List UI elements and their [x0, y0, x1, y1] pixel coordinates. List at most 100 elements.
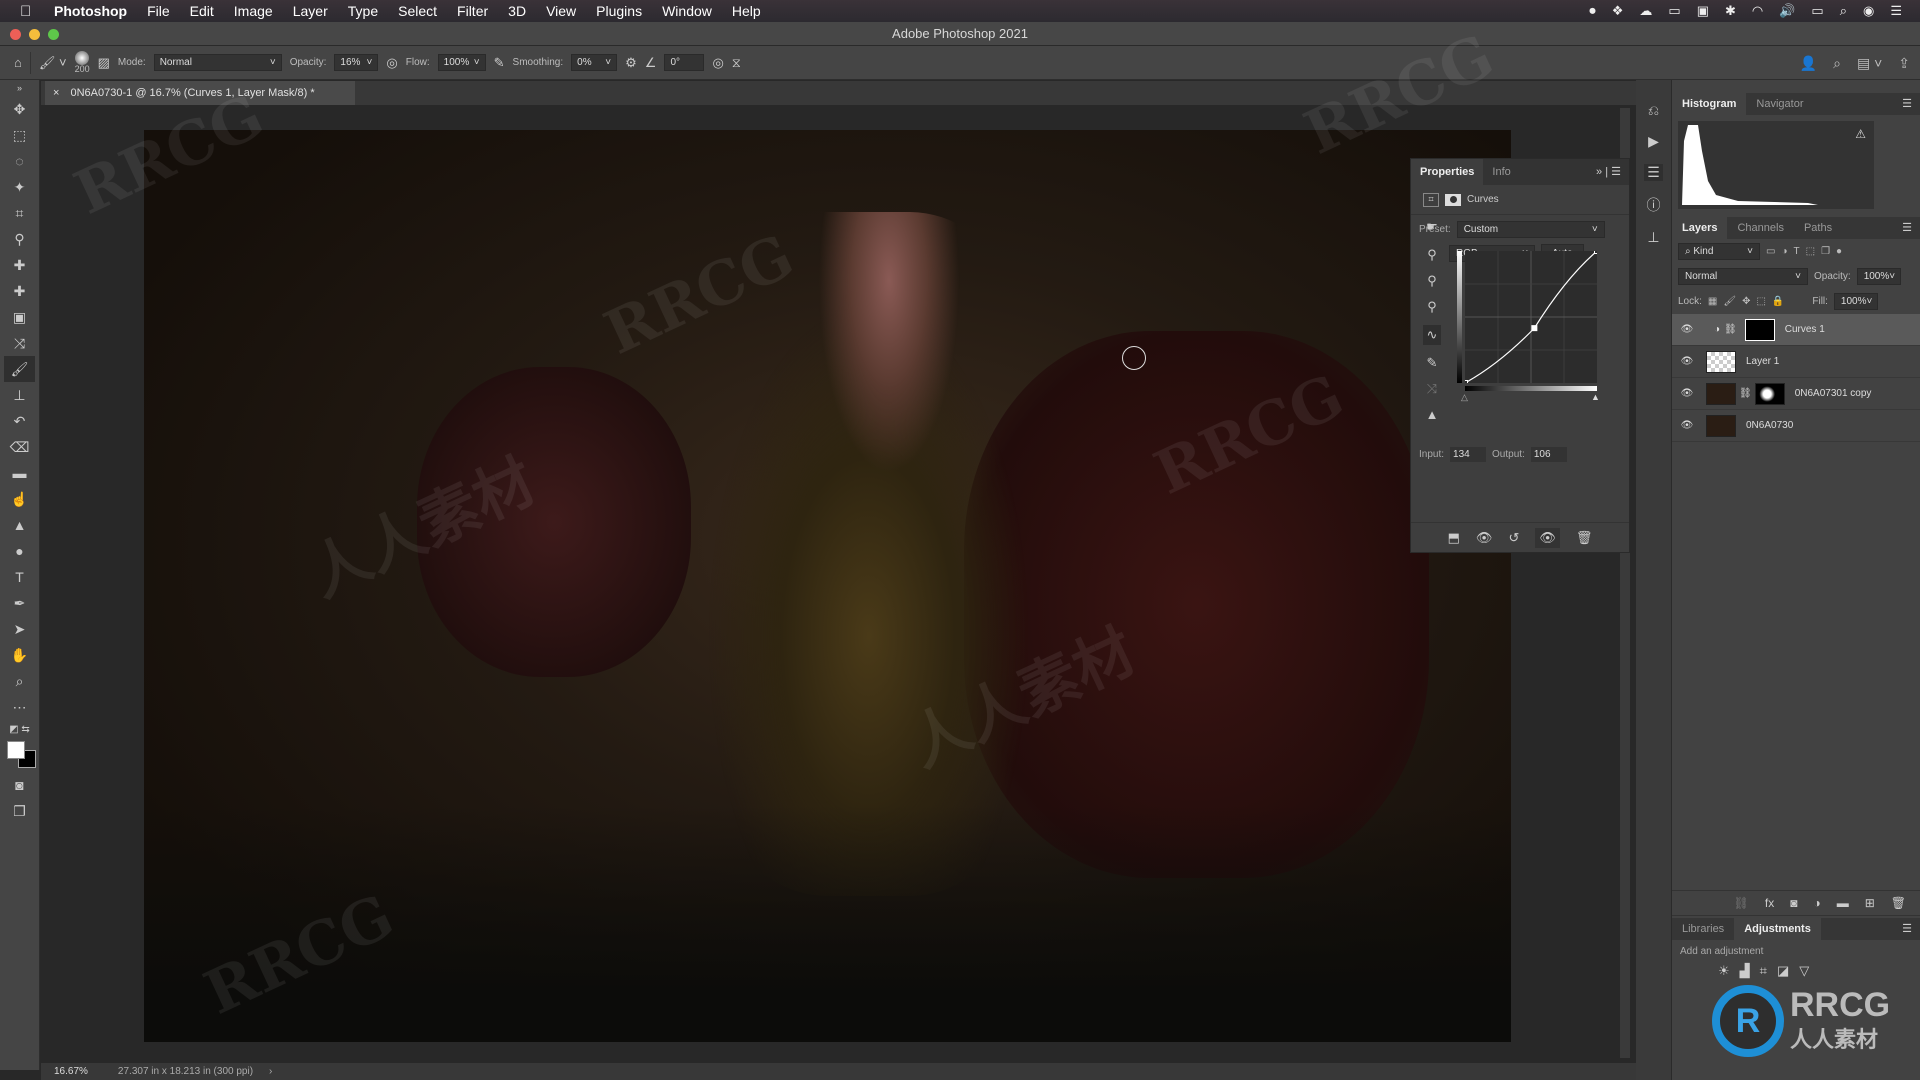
tab-navigator[interactable]: Navigator [1746, 93, 1813, 115]
smooth-curve-icon[interactable]: ⤨ [1427, 381, 1437, 397]
tab-libraries[interactable]: Libraries [1672, 918, 1734, 940]
layer-row[interactable]: 👁 ⛓ 0N6A07301 copy [1672, 378, 1920, 410]
panel-menu-icon[interactable]: » | ☰ [1596, 159, 1629, 185]
lock-artboard-icon[interactable]: ⬚ [1756, 296, 1765, 307]
brush-tool-icon[interactable]: 🖌 [4, 356, 35, 382]
new-adjustment-layer-icon[interactable]: ◑ [1813, 896, 1820, 910]
brush-preset-icon[interactable]: 🖌 ˅ [39, 55, 67, 71]
smudge-tool-icon[interactable]: ☝ [0, 486, 39, 512]
history-icon[interactable]: ⎌ [1648, 102, 1659, 119]
gray-point-eyedropper-icon[interactable]: ⚲ [1427, 273, 1437, 289]
pencil-draw-icon[interactable]: ✎ [1427, 355, 1438, 371]
curves-icon[interactable]: ⌗ [1760, 963, 1767, 979]
document-tab[interactable]: × 0N6A0730-1 @ 16.7% (Curves 1, Layer Ma… [45, 81, 355, 105]
battery-icon[interactable]: ▭ [1811, 3, 1823, 19]
gradient-tool-icon[interactable]: ▬ [0, 460, 39, 486]
layer-row[interactable]: 👁 0N6A0730 [1672, 410, 1920, 442]
filter-toggle-icon[interactable]: ● [1836, 246, 1842, 257]
filter-adjustment-icon[interactable]: ◑ [1781, 246, 1787, 257]
layer-row[interactable]: 👁 Layer 1 [1672, 346, 1920, 378]
eyedropper-tool-icon[interactable]: ⚲ [0, 226, 39, 252]
link-layers-icon[interactable]: ⛓ [1734, 896, 1749, 910]
info-icon[interactable]: ⓘ [1647, 195, 1661, 215]
filter-pixel-icon[interactable]: ▭ [1766, 246, 1775, 257]
curve-control-point[interactable] [1531, 325, 1538, 332]
share-user-icon[interactable]: 👤 [1800, 55, 1817, 72]
menu-image[interactable]: Image [234, 3, 273, 19]
apple-icon[interactable]:  [20, 3, 38, 20]
notification-center-icon[interactable]: ☰ [1890, 3, 1902, 19]
filter-type-icon[interactable]: T [1794, 246, 1800, 257]
dodge-tool-icon[interactable]: ● [0, 538, 39, 564]
hand-tool-icon[interactable]: ✋ [0, 642, 39, 668]
minimize-window-button[interactable] [29, 29, 40, 40]
marquee-tool-icon[interactable]: ⬚ [0, 122, 39, 148]
pen-tool-icon[interactable]: ✒ [0, 590, 39, 616]
dropbox-icon[interactable]: ❖ [1612, 3, 1624, 19]
lock-pixels-icon[interactable]: 🖌 [1723, 296, 1736, 307]
volume-icon[interactable]: 🔊 [1779, 3, 1795, 19]
magic-wand-tool-icon[interactable]: ✦ [0, 174, 39, 200]
reset-icon[interactable]: ↺ [1508, 530, 1519, 546]
sharpen-tool-icon[interactable]: ▲ [0, 512, 39, 538]
patch-tool-icon[interactable]: ▣ [0, 304, 39, 330]
crop-tool-icon[interactable]: ⌗ [0, 200, 39, 226]
filter-smart-object-icon[interactable]: ❐ [1821, 246, 1830, 257]
zoom-tool-icon[interactable]: ⌕ [0, 668, 39, 694]
move-tool-icon[interactable]: ✥ [0, 96, 39, 122]
output-value-field[interactable]: 106 [1530, 447, 1567, 462]
delete-adjustment-icon[interactable]: 🗑 [1576, 530, 1593, 546]
brush-angle-field[interactable]: 0° [664, 54, 705, 71]
screen-record-icon[interactable]: ⏺ [1589, 3, 1596, 19]
tab-info[interactable]: Info [1483, 159, 1519, 185]
curve-control-point[interactable] [1594, 251, 1598, 254]
preset-select[interactable]: Custom ˅ [1456, 221, 1605, 238]
layer-name[interactable]: Layer 1 [1746, 356, 1779, 367]
close-window-button[interactable] [10, 29, 21, 40]
path-selection-tool-icon[interactable]: ➤ [0, 616, 39, 642]
mask-link-icon[interactable]: ⛓ [1739, 388, 1752, 399]
history-brush-tool-icon[interactable]: ↶ [0, 408, 39, 434]
menu-select[interactable]: Select [398, 3, 437, 19]
histogram-menu-icon[interactable]: ☰ [1902, 93, 1920, 115]
layer-filter-kind-select[interactable]: ⌕ Kind ˅ [1678, 243, 1760, 260]
adjustments-menu-icon[interactable]: ☰ [1902, 918, 1920, 940]
menu-file[interactable]: File [147, 3, 170, 19]
visibility-eye-icon[interactable]: 👁 [1672, 388, 1702, 399]
search-icon[interactable]: ⌕ [1833, 55, 1841, 72]
pressure-opacity-icon[interactable]: ◎ [386, 55, 397, 71]
menu-window[interactable]: Window [662, 3, 712, 19]
tab-adjustments[interactable]: Adjustments [1734, 918, 1821, 940]
zoom-window-button[interactable] [48, 29, 59, 40]
layer-mask-thumbnail[interactable] [1754, 382, 1785, 405]
lock-transparent-icon[interactable]: ▦ [1708, 296, 1717, 307]
layer-opacity-field[interactable]: 100% ˅ [1856, 268, 1901, 285]
share-export-icon[interactable]: ⇪ [1898, 55, 1910, 72]
workspace-icon[interactable]: ▤ ˅ [1857, 55, 1882, 72]
clone-stamp-tool-icon[interactable]: ⊥ [0, 382, 39, 408]
curves-graph[interactable] [1465, 251, 1597, 383]
curve-points-tool-icon[interactable]: ∿ [1422, 325, 1442, 345]
close-document-icon[interactable]: × [53, 87, 59, 99]
black-point-slider[interactable]: △ [1461, 392, 1468, 403]
layer-name[interactable]: 0N6A07301 copy [1795, 388, 1872, 399]
document-canvas-image[interactable] [144, 130, 1511, 1042]
clipping-warning-icon[interactable]: ▲ [1426, 407, 1439, 422]
white-point-eyedropper-icon[interactable]: ⚲ [1427, 299, 1437, 315]
brightness-contrast-icon[interactable]: ☀ [1718, 963, 1730, 979]
opacity-field[interactable]: 16% ˅ [334, 54, 379, 71]
tab-properties[interactable]: Properties [1411, 159, 1484, 185]
display-icon[interactable]: ▭ [1668, 3, 1680, 19]
foreground-color-swatch[interactable] [7, 741, 25, 759]
menu-filter[interactable]: Filter [457, 3, 488, 19]
quick-mask-icon[interactable]: ◙ [0, 772, 39, 798]
color-swatches[interactable] [0, 738, 39, 772]
adjustments-sliders-icon[interactable]: ☰ [1644, 164, 1663, 181]
airplay-icon[interactable]: ▣ [1697, 3, 1709, 19]
white-point-slider[interactable]: ▲ [1591, 392, 1600, 402]
curve-control-point[interactable] [1465, 380, 1468, 384]
mask-link-icon[interactable]: ⛓ [1724, 324, 1737, 335]
airbrush-icon[interactable]: ✎ [494, 55, 505, 71]
clone-source-icon[interactable]: ⊥ [1647, 229, 1659, 246]
lasso-tool-icon[interactable]: ◌ [0, 148, 39, 174]
